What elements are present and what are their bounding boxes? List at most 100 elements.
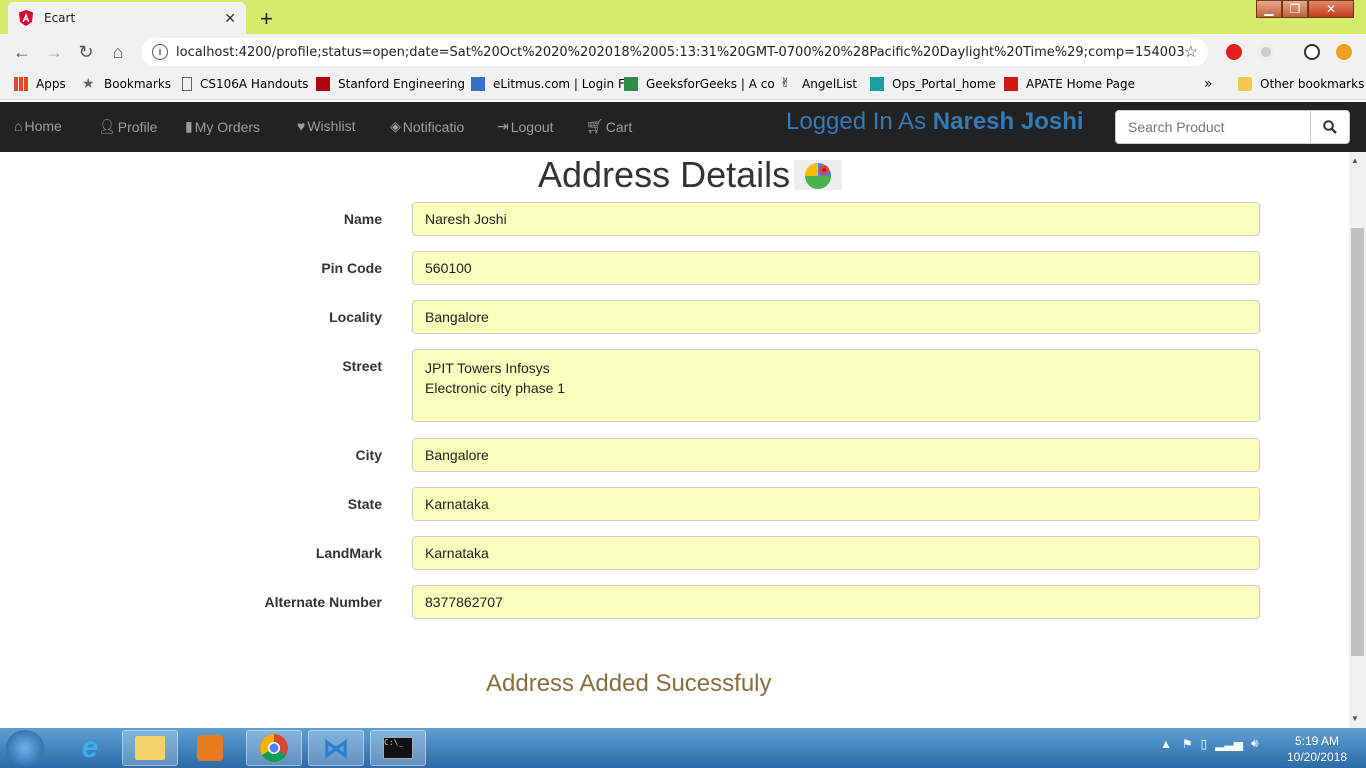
bookmark-label: GeeksforGeeks | A co <box>646 77 775 91</box>
maximize-icon[interactable]: ❐ <box>1282 0 1308 18</box>
nav-my-orders[interactable]: ▮ My Orders <box>185 118 260 135</box>
search-input[interactable] <box>1115 110 1311 144</box>
home-icon[interactable]: ⌂ <box>102 42 134 63</box>
folder-icon <box>1238 77 1252 91</box>
system-tray: ▲ ⚑ ▯ ▂▃▅ 🔊︎ <box>1160 736 1259 751</box>
minimize-icon[interactable]: ▁ <box>1256 0 1282 18</box>
nav-label: Notificatio <box>402 118 465 135</box>
landmark-field[interactable]: Karnataka <box>412 536 1260 570</box>
bookmark-angellist[interactable]: ✌ AngelList <box>780 77 857 92</box>
start-button-icon[interactable] <box>6 730 44 766</box>
search-icon <box>1323 120 1337 134</box>
bookmark-label: Other bookmarks <box>1260 77 1365 91</box>
file-explorer-icon[interactable] <box>122 730 178 766</box>
soccer-extension-icon[interactable] <box>1304 44 1320 60</box>
bookmark-bookmarks[interactable]: ★ Bookmarks <box>82 77 171 91</box>
opera-extension-icon[interactable] <box>1226 44 1242 60</box>
network-icon[interactable]: ▂▃▅ <box>1215 737 1243 751</box>
nav-cart[interactable]: 🛒︎ Cart <box>586 118 632 135</box>
nav-home[interactable]: ⌂ Home <box>14 118 62 134</box>
window-controls: ▁ ❐ ✕ <box>1256 0 1354 18</box>
star-icon: ★ <box>82 76 95 92</box>
volume-icon[interactable]: 🔊︎ <box>1251 736 1259 751</box>
address-bar[interactable]: i localhost:4200/profile;status=open;dat… <box>142 38 1208 66</box>
label-alternate-number: Alternate Number <box>264 594 382 610</box>
pin-code-field[interactable]: 560100 <box>412 251 1260 285</box>
login-icon: ⇥ <box>497 118 509 134</box>
command-prompt-icon[interactable]: C:\_ <box>370 730 426 766</box>
sharepoint-icon <box>870 77 884 91</box>
bookmark-ops-portal[interactable]: Ops_Portal_home <box>870 77 996 91</box>
clock-time: 5:19 AM <box>1294 734 1340 748</box>
visual-studio-code-icon[interactable]: ⋈ <box>308 730 364 766</box>
scrollbar-thumb[interactable] <box>1351 228 1364 656</box>
show-hidden-icons[interactable]: ▲ <box>1160 737 1172 751</box>
browser-tab[interactable]: Ecart ✕ <box>8 2 246 34</box>
tab-close-icon[interactable]: ✕ <box>224 10 236 27</box>
nav-logout[interactable]: ⇥ Logout <box>497 118 554 135</box>
cart-icon: 🛒︎ <box>586 118 604 134</box>
name-field[interactable]: Naresh Joshi <box>412 202 1260 236</box>
home-icon: ⌂ <box>14 118 23 134</box>
nav-label: Profile <box>117 118 158 135</box>
state-field[interactable]: Karnataka <box>412 487 1260 521</box>
angular-icon <box>18 10 34 26</box>
reload-icon[interactable]: ↻ <box>70 42 102 63</box>
logged-in-status: Logged In As Naresh Joshi <box>786 108 1084 136</box>
elitmus-icon <box>471 77 485 91</box>
label-city: City <box>355 447 382 463</box>
label-street: Street <box>342 358 382 374</box>
alternate-number-field[interactable]: 8377862707 <box>412 585 1260 619</box>
bookmark-label: Apps <box>36 77 66 91</box>
bookmark-other[interactable]: Other bookmarks <box>1238 77 1364 91</box>
chrome-icon[interactable] <box>246 730 302 766</box>
nav-notifications[interactable]: ◈ Notificatio <box>390 118 464 135</box>
forward-icon[interactable]: → <box>38 42 70 63</box>
city-field[interactable]: Bangalore <box>412 438 1260 472</box>
back-icon[interactable]: ← <box>6 42 38 63</box>
stanford-icon <box>316 77 330 91</box>
nav-profile[interactable]: 👤︎ Profile <box>98 118 157 135</box>
nav-label: Logout <box>510 118 554 135</box>
gfg-icon <box>624 77 638 91</box>
bookmark-geeksforgeeks[interactable]: GeeksforGeeks | A co <box>624 77 775 91</box>
locality-field[interactable]: Bangalore <box>412 300 1260 334</box>
page-icon <box>182 77 192 91</box>
action-center-icon[interactable]: ⚑ <box>1182 737 1193 751</box>
update-menu-icon[interactable] <box>1336 44 1352 60</box>
close-window-icon[interactable]: ✕ <box>1308 0 1354 18</box>
logged-prefix: Logged In As <box>786 108 927 135</box>
scroll-down-icon[interactable]: ▼ <box>1351 714 1359 723</box>
book-icon: ▮ <box>185 118 193 134</box>
bookmark-apate[interactable]: APATE Home Page <box>1004 77 1135 91</box>
clock-date: 10/20/2018 <box>1286 750 1348 764</box>
bookmark-label: Stanford Engineering <box>338 77 466 91</box>
new-tab-icon[interactable]: + <box>260 6 273 32</box>
scroll-up-icon[interactable]: ▲ <box>1351 156 1359 165</box>
bookmark-elitmus[interactable]: eLitmus.com | Login F <box>471 77 625 91</box>
taskbar-clock[interactable]: 5:19 AM 10/20/2018 <box>1280 733 1354 765</box>
media-player-icon[interactable] <box>182 730 238 766</box>
nav-label: Home <box>24 118 62 134</box>
logged-user: Naresh Joshi <box>932 108 1084 135</box>
label-state: State <box>347 496 382 512</box>
info-icon[interactable]: i <box>152 44 168 60</box>
device-icon[interactable]: ▯ <box>1201 737 1208 751</box>
bookmark-stanford[interactable]: Stanford Engineering <box>316 77 465 91</box>
bookmark-star-icon[interactable]: ☆ <box>1184 42 1198 62</box>
nav-wishlist[interactable]: ♥ Wishlist <box>297 118 356 134</box>
tab-title: Ecart <box>44 11 76 25</box>
bookmark-apps[interactable]: Apps <box>14 77 66 91</box>
google-maps-icon[interactable] <box>794 160 843 190</box>
more-bookmarks-icon[interactable]: » <box>1204 76 1213 92</box>
bookmark-label: APATE Home Page <box>1026 77 1135 91</box>
extension-icon[interactable] <box>1258 44 1274 60</box>
label-locality: Locality <box>329 309 382 325</box>
label-pin-code: Pin Code <box>321 260 382 276</box>
bookmark-label: Ops_Portal_home <box>892 77 996 91</box>
page-title-text: Address Details <box>538 154 791 195</box>
street-textarea[interactable]: JPIT Towers Infosys Electronic city phas… <box>412 349 1260 422</box>
internet-explorer-icon[interactable]: e <box>62 730 118 766</box>
bookmark-cs106a[interactable]: CS106A Handouts <box>182 77 308 91</box>
search-button[interactable] <box>1310 110 1350 144</box>
